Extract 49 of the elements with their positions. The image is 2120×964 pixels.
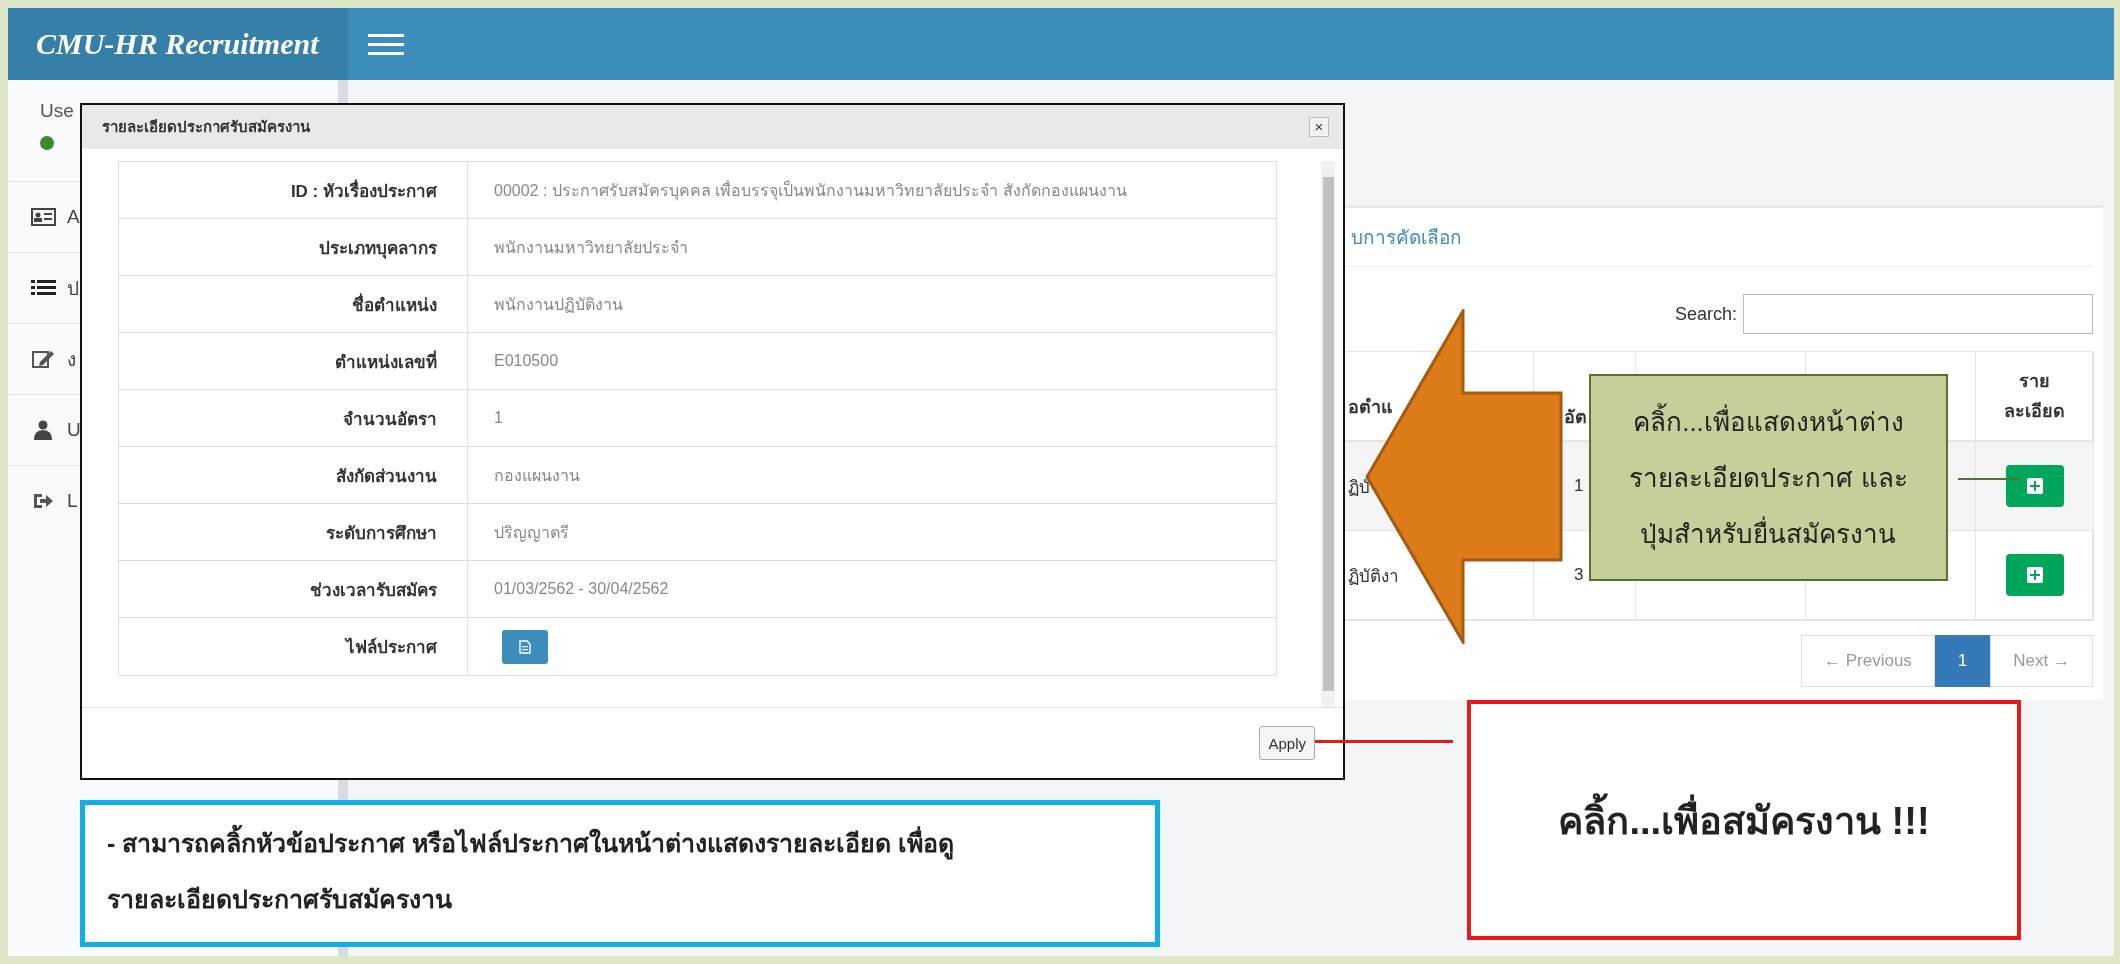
close-button[interactable]: ×: [1309, 117, 1329, 137]
field-value[interactable]: 00002 : ประกาศรับสมัครบุคคล เพื่อบรรจุเป็นพนักงานมหาวิทยาลัยประจำ สังกัดกองแผนงาน: [468, 162, 1276, 218]
panel-heading[interactable]: บการคัดเลือก: [1351, 222, 1462, 252]
field-value: 01/03/2562 - 30/04/2562: [493, 579, 670, 599]
field-label: ช่วงเวลารับสมัคร: [119, 561, 468, 617]
sidebar-item-label: U: [67, 419, 81, 441]
field-label: ตำแหน่งเลขที่: [119, 333, 468, 389]
scrollbar[interactable]: [1321, 161, 1335, 707]
apply-button[interactable]: Apply: [1259, 726, 1315, 760]
sidebar-item-label: A: [67, 206, 80, 228]
sidebar-item-label: ง: [67, 348, 76, 372]
page-button[interactable]: 1: [1934, 635, 1991, 687]
info-note: - สามารถคลิ้กหัวข้อประกาศ หรือไฟล์ประกาศในหน้าต่างแสดงรายละเอียด เพื่อดู รายละเอียดประกาศรับสมัครงาน: [80, 800, 1160, 947]
field-label: ระดับการศึกษา: [119, 504, 468, 560]
user-label: Use: [40, 100, 75, 122]
sidebar-item-label: L: [67, 490, 78, 512]
callout-note: คลิ้ก...เพื่อแสดงหน้าต่าง รายละเอียดประกาศ และ ปุ่มสำหรับยื่นสมัครงาน: [1589, 374, 1948, 581]
apply-note: คลิ้ก...เพื่อสมัครงาน !!!: [1467, 700, 2021, 940]
field-label: ชื่อตำแหน่ง: [119, 276, 468, 332]
details-button[interactable]: [2005, 465, 2064, 507]
plus-icon: [2026, 567, 2043, 583]
sidebar-item-label: ป: [67, 277, 79, 301]
document-icon: [519, 639, 531, 654]
field-value: พนักงานปฏิบัติงาน: [493, 294, 624, 315]
leader-line: [1958, 478, 2020, 480]
field-label: จำนวนอัตรา: [119, 390, 468, 446]
search-field[interactable]: [1743, 294, 2093, 334]
search-label: Search:: [1674, 303, 1737, 325]
previous-button[interactable]: ← Previous: [1800, 635, 1935, 687]
plus-icon: [2026, 478, 2043, 494]
next-button[interactable]: Next →: [1990, 635, 2093, 687]
field-value: ปริญญาตรี: [493, 522, 570, 544]
field-value: พนักงานมหาวิทยาลัยประจำ: [493, 237, 689, 258]
edit-icon: [31, 349, 56, 369]
field-value: E010500: [493, 351, 560, 371]
file-button[interactable]: [502, 629, 548, 664]
id-card-icon: [31, 207, 56, 227]
dialog-title: รายละเอียดประกาศรับสมัครงาน: [102, 117, 310, 137]
field-label: สังกัดส่วนงาน: [119, 447, 468, 503]
field-value: กองแผนงาน: [493, 465, 581, 486]
status-dot: [40, 136, 54, 150]
list-icon: [31, 278, 56, 298]
field-label: ID : หัวเรื่องประกาศ: [119, 162, 468, 218]
app-logo[interactable]: CMU-HR Recruitment: [36, 26, 319, 62]
details-button[interactable]: [2005, 554, 2064, 596]
field-label: ไฟล์ประกาศ: [119, 618, 468, 675]
field-value: 1: [493, 408, 504, 428]
menu-icon[interactable]: [368, 33, 404, 55]
field-label: ประเภทบุคลากร: [119, 219, 468, 275]
